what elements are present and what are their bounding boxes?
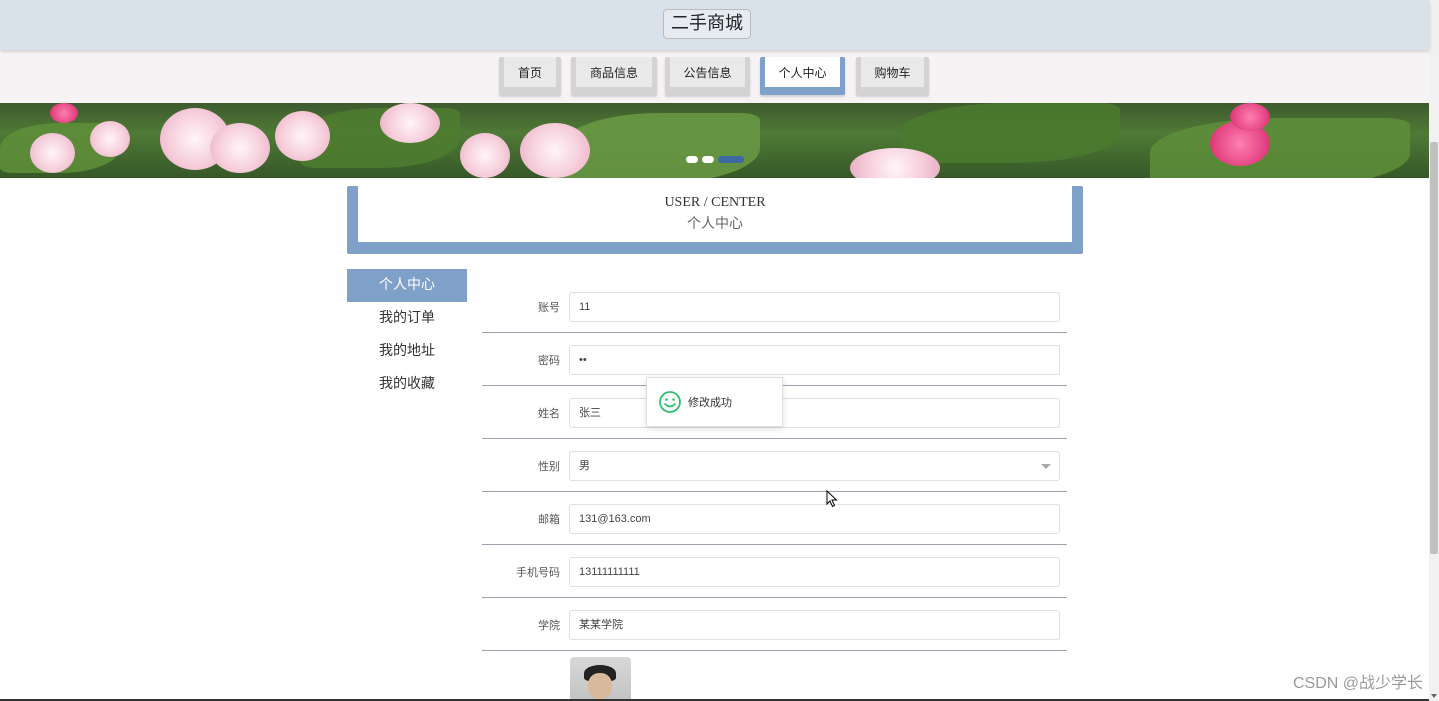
mouse-cursor-icon	[826, 490, 838, 508]
form-row-phone: 手机号码 13111111111	[482, 545, 1067, 598]
form-row-college: 学院 某某学院	[482, 598, 1067, 651]
scrollbar-thumb[interactable]	[1430, 142, 1438, 554]
phone-input[interactable]: 13111111111	[569, 557, 1060, 587]
chevron-down-icon	[1041, 464, 1051, 469]
success-toast: 修改成功	[646, 377, 783, 427]
header: 二手商城	[0, 0, 1429, 50]
form-row-avatar	[482, 651, 1067, 701]
form-row-email: 邮箱 131@163.com	[482, 492, 1067, 545]
section-title-inner: USER / CENTER 个人中心	[358, 186, 1072, 242]
gender-label: 性别	[538, 460, 560, 473]
side-item-my-address[interactable]: 我的地址	[347, 335, 467, 368]
carousel-indicators	[686, 156, 744, 163]
tab-home-label: 首页	[504, 57, 556, 87]
section-title-box: USER / CENTER 个人中心	[347, 186, 1083, 254]
top-nav: 首页 商品信息 公告信息 个人中心 购物车	[0, 50, 1429, 103]
email-input[interactable]: 131@163.com	[569, 504, 1060, 534]
watermark: CSDN @战少学长	[1292, 675, 1423, 692]
tab-user-center-label: 个人中心	[765, 57, 840, 87]
banner-carousel[interactable]	[0, 103, 1429, 178]
vertical-scrollbar[interactable]	[1429, 0, 1439, 701]
tab-products-label: 商品信息	[576, 57, 652, 87]
password-input[interactable]: ••	[569, 345, 1060, 375]
site-title[interactable]: 二手商城	[663, 9, 751, 39]
page: 二手商城 首页 商品信息 公告信息 个人中心 购物车 USER / CENTER…	[0, 0, 1439, 701]
tab-announcements-label: 公告信息	[670, 57, 745, 87]
carousel-dot-1[interactable]	[686, 156, 698, 163]
tab-cart-label: 购物车	[861, 57, 924, 87]
section-title-cn: 个人中心	[687, 217, 743, 232]
college-input[interactable]: 某某学院	[569, 610, 1060, 640]
account-input[interactable]: 11	[569, 292, 1060, 322]
toast-message: 修改成功	[688, 396, 732, 409]
tab-home[interactable]: 首页	[499, 57, 561, 95]
name-input[interactable]: 张三	[569, 398, 1060, 428]
profile-form: 账号 11 密码 •• 姓名 张三 性别 男 邮箱 131@163.com 手机…	[482, 280, 1067, 701]
tab-user-center[interactable]: 个人中心	[760, 57, 845, 95]
gender-select[interactable]: 男	[569, 451, 1060, 481]
carousel-dot-3[interactable]	[718, 156, 744, 163]
password-label: 密码	[538, 354, 560, 367]
side-item-my-favorites[interactable]: 我的收藏	[347, 368, 467, 401]
college-label: 学院	[538, 619, 560, 632]
account-label: 账号	[538, 301, 560, 314]
tab-announcements[interactable]: 公告信息	[665, 57, 750, 95]
tab-cart[interactable]: 购物车	[856, 57, 929, 95]
email-label: 邮箱	[538, 513, 560, 526]
scroll-down-arrow-icon[interactable]	[1431, 694, 1437, 698]
avatar-face	[588, 673, 612, 699]
form-row-account: 账号 11	[482, 280, 1067, 333]
form-row-gender: 性别 男	[482, 439, 1067, 492]
phone-label: 手机号码	[516, 566, 560, 579]
carousel-dot-2[interactable]	[702, 156, 714, 163]
avatar[interactable]	[570, 657, 631, 701]
side-menu: 个人中心 我的订单 我的地址 我的收藏	[347, 269, 467, 401]
gender-value: 男	[579, 460, 590, 472]
smile-icon	[659, 391, 681, 413]
name-label: 姓名	[538, 407, 560, 420]
section-title-en: USER / CENTER	[664, 195, 766, 210]
tab-products[interactable]: 商品信息	[571, 57, 657, 95]
side-item-my-orders[interactable]: 我的订单	[347, 302, 467, 335]
side-item-user-center[interactable]: 个人中心	[347, 269, 467, 302]
